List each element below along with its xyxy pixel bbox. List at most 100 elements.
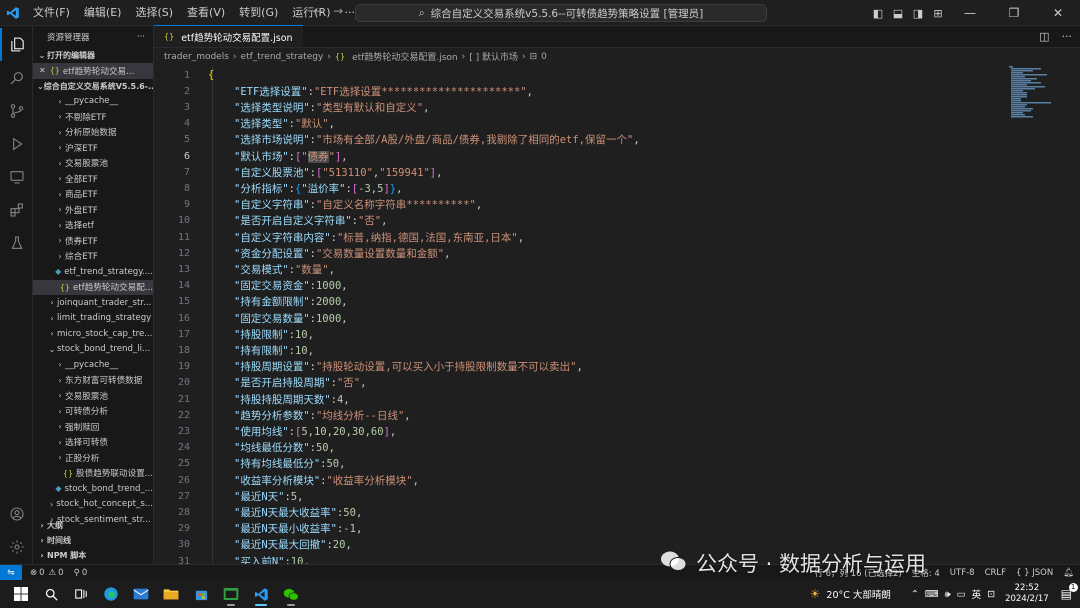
code-line[interactable]: 1{ [154, 67, 1004, 83]
tree-file[interactable]: ◆ stock_bond_trend_... [33, 481, 153, 497]
code-line[interactable]: 5 "选择市场说明":"市场有全部/A股/外盘/商品/债券,我剔除了相同的etf,… [154, 132, 1004, 148]
code-line[interactable]: 20 "是否开启持股周期":"否", [154, 375, 1004, 391]
minimap[interactable] [1009, 66, 1065, 126]
code-line[interactable]: 19 "持股周期设置":"持股轮动设置,可以买入小于持股限制数量不可以卖出", [154, 359, 1004, 375]
language-mode[interactable]: { } JSON [1016, 568, 1053, 578]
code-line[interactable]: 3 "选择类型说明":"类型有默认和自定义", [154, 99, 1004, 115]
taskbar-search-icon[interactable] [36, 580, 66, 608]
code-line[interactable]: 6 "默认市场":["债券"], [154, 148, 1004, 164]
code-line[interactable]: 4 "选择类型":"默认", [154, 116, 1004, 132]
remote-indicator-icon[interactable]: ⇋ [0, 564, 22, 581]
menu-edit[interactable]: 编辑(E) [77, 0, 129, 26]
warning-icon[interactable]: ⚠ [49, 568, 57, 578]
code-line[interactable]: 21 "持股持股周期天数":4, [154, 391, 1004, 407]
menu-go[interactable]: 转到(G) [232, 0, 285, 26]
code-line[interactable]: 13 "交易模式":"数量", [154, 261, 1004, 277]
code-line[interactable]: 27 "最近N天":5, [154, 488, 1004, 504]
vertical-scrollbar[interactable] [1068, 66, 1080, 564]
close-button[interactable]: ✕ [1036, 6, 1080, 20]
menu-file[interactable]: 文件(F) [26, 0, 77, 26]
extensions-icon[interactable] [0, 193, 33, 226]
code-line[interactable]: 16 "固定交易数量":1000, [154, 310, 1004, 326]
tree-folder[interactable]: › 交易股票池 [33, 156, 153, 172]
tree-folder[interactable]: › 债券ETF [33, 233, 153, 249]
breadcrumb-item[interactable]: etf趋势轮动交易配置.json [352, 50, 458, 63]
code-line[interactable]: 7 "自定义股票池":["513110","159941"], [154, 164, 1004, 180]
breadcrumb-item[interactable]: [ ] 默认市场 [469, 50, 518, 63]
minimize-button[interactable]: — [948, 6, 992, 20]
tree-folder[interactable]: › limit_trading_strategy [33, 311, 153, 327]
breadcrumb-item[interactable]: etf_trend_strategy [241, 52, 324, 62]
tree-file[interactable]: ◆ etf_trend_strategy.... [33, 264, 153, 280]
search-icon[interactable] [0, 61, 33, 94]
tree-folder[interactable]: › 选择可转债 [33, 435, 153, 451]
weather-sun-icon[interactable]: ☀ [810, 587, 821, 601]
tree-folder[interactable]: › 正股分析 [33, 450, 153, 466]
close-icon[interactable]: ✕ [39, 66, 46, 75]
code-line[interactable]: 14 "固定交易资金":1000, [154, 278, 1004, 294]
breadcrumb-item[interactable]: 0 [541, 52, 547, 62]
tree-folder[interactable]: › 沪深ETF [33, 140, 153, 156]
battery-icon[interactable]: ▭ [957, 589, 966, 600]
store-icon[interactable] [186, 580, 216, 608]
code-line[interactable]: 24 "均线最低分数":50, [154, 440, 1004, 456]
wechat-icon[interactable] [276, 580, 306, 608]
tree-folder[interactable]: › __pycache__ [33, 94, 153, 110]
tree-folder[interactable]: › 商品ETF [33, 187, 153, 203]
tree-folder[interactable]: › 交易股票池 [33, 388, 153, 404]
code-line[interactable]: 10 "是否开启自定义字符串":"否", [154, 213, 1004, 229]
keyboard-icon[interactable]: ⌨ [925, 589, 939, 600]
toggle-panel-icon[interactable]: ⬓ [888, 7, 908, 20]
error-count[interactable]: 0 [39, 568, 44, 578]
code-line[interactable]: 9 "自定义字符串":"自定义名称字符串**********", [154, 197, 1004, 213]
notifications-bell-icon[interactable]: 🔔︎ [1063, 568, 1074, 578]
code-line[interactable]: 11 "自定义字符串内容":"标普,纳指,德国,法国,东南亚,日本", [154, 229, 1004, 245]
open-editor-item[interactable]: ✕ {} etf趋势轮动交易... [33, 63, 153, 79]
tree-folder[interactable]: › 全部ETF [33, 171, 153, 187]
tree-folder[interactable]: › 强制赎回 [33, 419, 153, 435]
tree-folder[interactable]: › __pycache__ [33, 357, 153, 373]
line-ending[interactable]: CRLF [985, 568, 1006, 578]
code-editor[interactable]: 1{2 "ETF选择设置":"ETF选择设置*******************… [154, 66, 1080, 568]
menu-view[interactable]: 查看(V) [180, 0, 232, 26]
weather-text[interactable]: 20°C 大部晴朗 [826, 587, 891, 601]
warning-count[interactable]: 0 [58, 568, 63, 578]
tree-folder[interactable]: › 东方财富可转债数据 [33, 373, 153, 389]
ime-indicator[interactable]: 英 [972, 587, 982, 601]
account-icon[interactable] [0, 497, 33, 530]
command-center[interactable]: ⌕ 综合自定义交易系统v5.5.6--可转债趋势策略设置 [管理员] [355, 4, 767, 22]
tree-file[interactable]: {} etf趋势轮动交易配... [33, 279, 153, 295]
workspace-root-section[interactable]: ⌄ 综合自定义交易系统V5.5.6-... [33, 79, 153, 94]
code-line[interactable]: 29 "最近N天最小收益率":-1, [154, 521, 1004, 537]
start-windows-icon[interactable] [6, 580, 36, 608]
back-arrow-icon[interactable]: ← [313, 4, 323, 18]
code-line[interactable]: 23 "使用均线":[5,10,20,30,60], [154, 423, 1004, 439]
terminal-app-icon[interactable] [216, 580, 246, 608]
toggle-primary-sidebar-icon[interactable]: ◧ [868, 7, 888, 20]
testing-icon[interactable] [0, 226, 33, 259]
code-line[interactable]: 12 "资金分配设置":"交易数量设置数量和金额", [154, 245, 1004, 261]
tab-etf-config[interactable]: {} etf趋势轮动交易配置.json [154, 25, 303, 47]
notification-center-icon[interactable]: ▤ 1 [1061, 583, 1078, 601]
explorer-icon[interactable] [0, 28, 33, 61]
clock[interactable]: 22:52 2024/2/17 [1005, 583, 1049, 605]
edge-browser-icon[interactable] [96, 580, 126, 608]
file-explorer-icon[interactable] [156, 580, 186, 608]
sidebar-section[interactable]: › NPM 脚本 [33, 548, 153, 563]
source-control-icon[interactable] [0, 94, 33, 127]
tree-folder[interactable]: › 外盘ETF [33, 202, 153, 218]
breadcrumb-item[interactable]: trader_models [164, 52, 229, 62]
restore-button[interactable]: ❐ [992, 6, 1036, 20]
tree-folder[interactable]: ⌄ stock_bond_trend_li... [33, 342, 153, 358]
sidebar-section[interactable]: › 时间线 [33, 533, 153, 548]
tree-folder[interactable]: › 选择etf [33, 218, 153, 234]
tree-folder[interactable]: › micro_stock_cap_tre... [33, 326, 153, 342]
remote-explorer-icon[interactable] [0, 160, 33, 193]
toggle-secondary-sidebar-icon[interactable]: ◨ [908, 7, 928, 20]
encoding[interactable]: UTF-8 [950, 568, 975, 578]
vscode-taskbar-icon[interactable] [246, 580, 276, 608]
code-line[interactable]: 15 "持有金额限制":2000, [154, 294, 1004, 310]
code-line[interactable]: 17 "持股限制":10, [154, 326, 1004, 342]
open-editors-section[interactable]: ⌄ 打开的编辑器 [33, 48, 153, 63]
menu-selection[interactable]: 选择(S) [128, 0, 180, 26]
